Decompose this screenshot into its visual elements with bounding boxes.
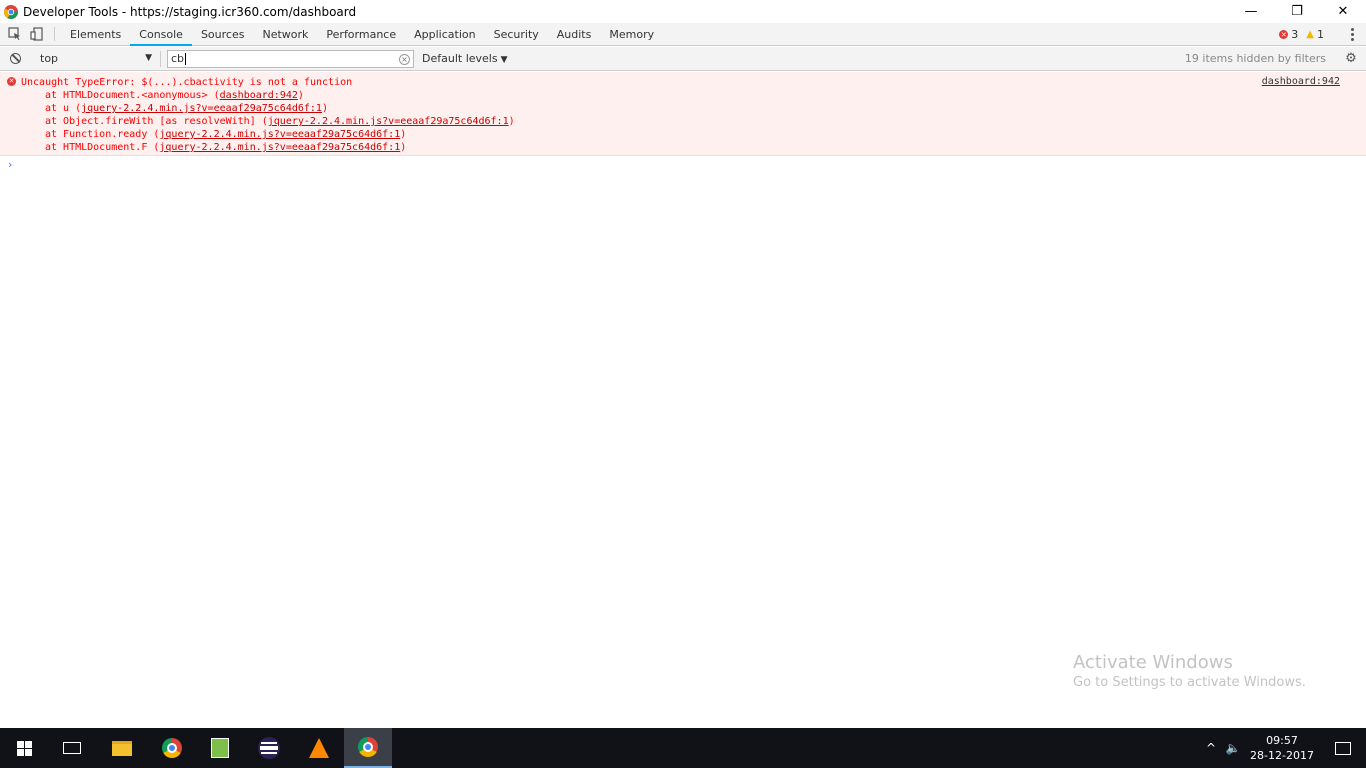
chrome-icon <box>162 738 182 758</box>
taskbar: ^ 🔈 09:57 28-12-2017 <box>0 728 1366 768</box>
clock-time: 09:57 <box>1266 734 1298 747</box>
system-tray: ^ 🔈 09:57 28-12-2017 <box>1200 728 1366 768</box>
chrome-icon <box>358 737 378 757</box>
chrome-logo-icon <box>4 4 18 19</box>
window-controls: — ❐ ✕ <box>1228 0 1366 23</box>
stack-frame-text: at u ( <box>45 103 82 114</box>
tab-audits[interactable]: Audits <box>548 23 601 46</box>
error-text[interactable]: Uncaught TypeError: $(...).cbactivity is… <box>21 76 352 89</box>
notification-icon <box>1335 741 1351 755</box>
tab-elements[interactable]: Elements <box>61 23 130 46</box>
context-selector[interactable]: top ▼ <box>30 49 158 69</box>
stack-frame-link[interactable]: jquery-2.2.4.min.js?v=eeaaf29a75c64d6f:1 <box>81 103 322 114</box>
tab-sources[interactable]: Sources <box>192 23 254 46</box>
error-count-icon: ✕ <box>1279 30 1289 39</box>
clock-date: 28-12-2017 <box>1250 749 1314 762</box>
dropdown-arrow-icon: ▼ <box>500 55 508 65</box>
chevron-up-icon[interactable]: ^ <box>1200 741 1222 755</box>
stack-frame-text: ) <box>400 142 407 153</box>
watermark-title: Activate Windows <box>1073 652 1233 673</box>
warning-count: 1 <box>1317 28 1324 41</box>
taskbar-vlc[interactable] <box>295 728 343 768</box>
minimize-button[interactable]: — <box>1228 0 1274 23</box>
log-levels-dropdown[interactable]: Default levels ▼ <box>422 52 508 65</box>
window-titlebar: Developer Tools - https://staging.icr360… <box>0 0 1366 23</box>
tab-application[interactable]: Application <box>405 23 484 46</box>
dropdown-arrow-icon: ▼ <box>145 52 152 63</box>
task-view-button[interactable] <box>48 728 96 768</box>
stack-frame-text: at HTMLDocument.F ( <box>45 142 160 153</box>
stack-frame-text: at Object.fireWith [as resolveWith] ( <box>45 116 268 127</box>
volume-icon[interactable]: 🔈 <box>1222 741 1244 755</box>
start-button[interactable] <box>0 728 48 768</box>
stack-frame-link[interactable]: jquery-2.2.4.min.js?v=eeaaf29a75c64d6f:1 <box>159 129 400 140</box>
action-center-button[interactable] <box>1320 728 1366 768</box>
inspect-element-icon[interactable] <box>4 23 26 45</box>
stack-frame: at HTMLDocument.<anonymous> (dashboard:9… <box>45 89 304 102</box>
stack-frame-text: at Function.ready ( <box>45 129 160 140</box>
tabs-separator <box>54 27 55 41</box>
log-levels-label: Default levels <box>422 52 498 65</box>
tab-performance[interactable]: Performance <box>317 23 405 46</box>
error-source-link[interactable]: dashboard:942 <box>1262 76 1340 87</box>
console-error-message: ✕ Uncaught TypeError: $(...).cbactivity … <box>0 72 1366 156</box>
taskbar-eclipse[interactable] <box>245 728 293 768</box>
issue-counters[interactable]: ✕ 3 ▲ 1 <box>1279 23 1324 46</box>
devtools-tabs-bar: Elements Console Sources Network Perform… <box>0 22 1366 46</box>
tab-network[interactable]: Network <box>253 23 317 46</box>
stack-frame-link[interactable]: jquery-2.2.4.min.js?v=eeaaf29a75c64d6f:1 <box>268 116 509 127</box>
notepad-icon <box>211 738 229 758</box>
console-toolbar: top ▼ cb × Default levels ▼ 19 items hidd… <box>0 47 1366 71</box>
stack-frame-text: ) <box>508 116 515 127</box>
error-icon: ✕ <box>7 77 16 86</box>
tab-console[interactable]: Console <box>130 22 192 46</box>
device-toolbar-icon[interactable] <box>26 23 48 45</box>
eclipse-icon <box>258 737 280 759</box>
context-value: top <box>40 52 59 65</box>
hidden-items-count: 19 items hidden by filters <box>1184 52 1326 65</box>
stack-frame: at HTMLDocument.F (jquery-2.2.4.min.js?v… <box>45 141 406 154</box>
clock[interactable]: 09:57 28-12-2017 <box>1244 733 1320 763</box>
stack-frame: at Function.ready (jquery-2.2.4.min.js?v… <box>45 128 406 141</box>
clear-console-icon[interactable] <box>0 47 30 71</box>
clear-filter-icon[interactable]: × <box>399 53 410 65</box>
console-prompt[interactable]: › <box>8 158 12 171</box>
stack-frame-link[interactable]: dashboard:942 <box>220 90 298 101</box>
windows-logo-icon <box>16 740 32 756</box>
taskbar-chrome[interactable] <box>148 728 196 768</box>
stack-frame-text: at HTMLDocument.<anonymous> ( <box>45 90 220 101</box>
vlc-icon <box>309 738 329 758</box>
tab-memory[interactable]: Memory <box>600 23 663 46</box>
error-count: 3 <box>1291 28 1299 41</box>
tab-security[interactable]: Security <box>485 23 548 46</box>
task-view-icon <box>63 742 81 754</box>
stack-frame-link[interactable]: jquery-2.2.4.min.js?v=eeaaf29a75c64d6f:1 <box>159 142 400 153</box>
stack-frame-text: ) <box>321 103 328 114</box>
window-title: Developer Tools - https://staging.icr360… <box>23 4 357 19</box>
watermark-subtitle: Go to Settings to activate Windows. <box>1073 675 1306 690</box>
taskbar-file-explorer[interactable] <box>98 728 146 768</box>
taskbar-notepad[interactable] <box>196 728 244 768</box>
toolbar-separator <box>160 50 161 67</box>
stack-frame-text: ) <box>400 129 407 140</box>
text-caret <box>185 52 187 65</box>
close-button[interactable]: ✕ <box>1320 0 1366 23</box>
warning-count-icon: ▲ <box>1306 29 1314 40</box>
filter-value: cb <box>171 52 185 65</box>
stack-frame: at Object.fireWith [as resolveWith] (jqu… <box>45 115 515 128</box>
more-options-icon[interactable] <box>1346 23 1358 46</box>
taskbar-chrome-active[interactable] <box>344 728 392 768</box>
stack-frame-text: ) <box>297 90 304 101</box>
activate-windows-watermark: Activate Windows Go to Settings to activ… <box>1073 652 1306 690</box>
gear-icon[interactable]: ⚙ <box>1344 52 1358 66</box>
filter-input[interactable]: cb × <box>167 49 414 68</box>
stack-frame: at u (jquery-2.2.4.min.js?v=eeaaf29a75c6… <box>45 102 328 115</box>
restore-button[interactable]: ❐ <box>1274 0 1320 23</box>
folder-icon <box>112 740 132 756</box>
